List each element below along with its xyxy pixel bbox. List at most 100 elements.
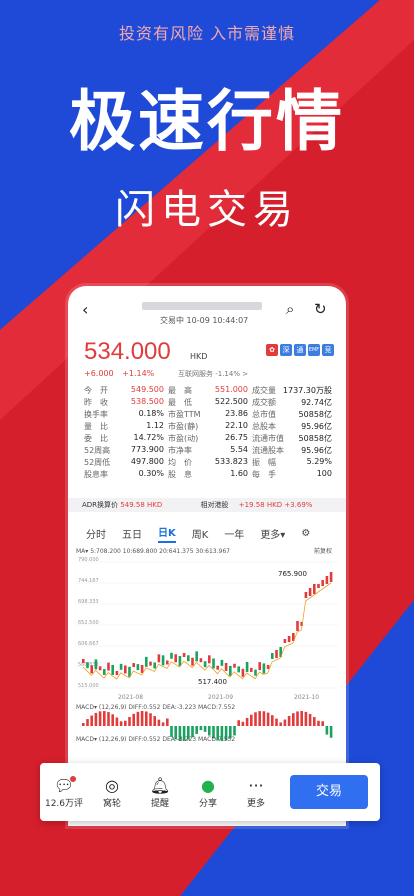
kline-chart[interactable]: MA▾ 5:708.200 10:689.800 20:641.375 30:6… [68, 544, 346, 744]
candle [283, 639, 287, 643]
refresh-icon[interactable]: ↻ [314, 300, 327, 318]
stat-label: 总市值 [252, 409, 276, 419]
candle [103, 669, 106, 676]
stat-cell: 最 低 522.500 [168, 397, 252, 408]
candle [216, 665, 219, 670]
stat-label: 52周高 [84, 445, 111, 455]
candle [254, 669, 257, 676]
macd-bar [262, 711, 266, 726]
stat-value: 22.10 [225, 420, 248, 430]
macd-legend-2: MACD▾ (12,26,9) DIFF:0.552 DEA:-3.223 MA… [76, 736, 235, 743]
macd-bar [119, 721, 123, 726]
stat-cell: 委 比 14.72% [84, 433, 168, 444]
candle [115, 670, 119, 675]
flag-1: 通 [294, 344, 306, 356]
y-tick: 790.000 [78, 557, 99, 563]
macd-bar [258, 711, 261, 726]
macd-bar [203, 726, 207, 732]
stats-row: 昨 收 538.500 最 低 522.500 成交额 92.74亿 [84, 396, 336, 408]
stat-cell: 换手率 0.18% [84, 409, 168, 420]
macd-bar [208, 726, 211, 736]
stats-row: 换手率 0.18% 市盈TTM 23.86 总市值 50858亿 [84, 408, 336, 420]
candle [296, 621, 299, 631]
comments-button[interactable]: 💬︎ 12.6万评 [40, 775, 88, 809]
wheel-icon: ◎ [105, 775, 119, 795]
stat-label: 最 高 [168, 385, 192, 395]
candle [313, 584, 316, 594]
candle [241, 668, 245, 677]
stat-value: 773.900 [130, 444, 164, 454]
phone-mockup: ‹ 交易中 10-09 10:44:07 ⌕ ↻ 534.000 HKD +6.… [68, 286, 346, 826]
bottom-action-bar: 💬︎ 12.6万评 ◎ 窝轮 🔔︎ 提醒 ● 分享 ··· 更多 交易 [40, 763, 380, 821]
comments-label: 12.6万评 [44, 798, 84, 809]
stat-value: 0.30% [138, 468, 164, 478]
candle [203, 661, 207, 668]
stat-cell: 量 比 1.12 [84, 421, 168, 432]
macd-bar [325, 726, 329, 735]
date-1: 2021-09 [208, 694, 233, 701]
macd-bar [304, 711, 308, 726]
tab-intraday[interactable]: 分时 [86, 526, 106, 541]
candle [250, 667, 253, 672]
settings-icon[interactable]: ⚙ [301, 528, 310, 539]
candle [166, 660, 169, 665]
macd-bar [245, 717, 249, 726]
stat-label: 今 开 [84, 385, 108, 395]
stat-value: 549.500 [130, 384, 164, 394]
stat-value: 26.75 [225, 432, 248, 442]
currency: HKD [190, 352, 208, 361]
stats-row: 今 开 549.500 最 高 551.000 成交量 1737.30万股 [84, 384, 336, 396]
macd-bar [321, 721, 324, 726]
alert-button[interactable]: 🔔︎ 提醒 [136, 776, 184, 809]
candle [262, 663, 266, 674]
tab-one-year[interactable]: 一年 [224, 526, 244, 541]
stat-label: 股 息 [168, 469, 192, 479]
warrant-button[interactable]: ◎ 窝轮 [88, 776, 136, 809]
stats-row: 52周高 773.900 市净率 5.54 流通股本 95.96亿 [84, 444, 336, 456]
candle [161, 655, 165, 666]
candle [245, 661, 249, 672]
low-label: 517.400 [198, 678, 227, 686]
stat-value: 95.96亿 [301, 445, 332, 455]
stats-row: 委 比 14.72% 市盈(动) 26.75 流通市值 50858亿 [84, 432, 336, 444]
candle [258, 662, 261, 671]
macd-bar [287, 715, 291, 726]
candle [266, 665, 270, 669]
trade-button[interactable]: 交易 [290, 775, 368, 809]
stat-value: 533.823 [214, 456, 248, 466]
tab-daily-k[interactable]: 日K [158, 524, 176, 543]
y-tick: 515.000 [78, 683, 99, 689]
tab-more[interactable]: 更多▾ [260, 526, 285, 541]
macd-bar [86, 719, 89, 726]
candle [287, 636, 291, 642]
candle [111, 664, 114, 675]
stat-value: 23.86 [225, 408, 248, 418]
alert-label: 提醒 [150, 798, 169, 809]
sector-link[interactable]: 互联网服务 -1.14% > [178, 369, 248, 379]
macd-bar [283, 719, 287, 726]
more-label: 更多 [246, 798, 265, 809]
more-button[interactable]: ··· 更多 [232, 776, 280, 809]
stat-label: 市净率 [168, 445, 192, 455]
macd-bar [111, 714, 114, 726]
candle [132, 663, 135, 668]
macd-bar [308, 713, 312, 726]
headline: 极速行情 [69, 83, 345, 160]
candle [191, 657, 194, 666]
back-icon[interactable]: ‹ [82, 300, 88, 319]
share-button[interactable]: ● 分享 [184, 776, 232, 809]
macd-bar [149, 713, 152, 726]
macd-bar [107, 712, 110, 726]
stat-cell: 52周高 773.900 [84, 445, 168, 456]
stat-cell: 成交量 1737.30万股 [252, 385, 336, 396]
share-label: 分享 [198, 798, 217, 809]
tab-weekly-k[interactable]: 周K [192, 526, 209, 541]
candle [308, 588, 312, 596]
stat-value: 497.800 [130, 456, 164, 466]
macd-bar [145, 711, 148, 726]
stat-label: 换手率 [84, 409, 108, 419]
subheadline: 闪电交易 [115, 187, 299, 233]
search-icon[interactable]: ⌕ [286, 300, 294, 318]
stat-value: 50858亿 [298, 409, 332, 419]
tab-five-day[interactable]: 五日 [122, 526, 142, 541]
